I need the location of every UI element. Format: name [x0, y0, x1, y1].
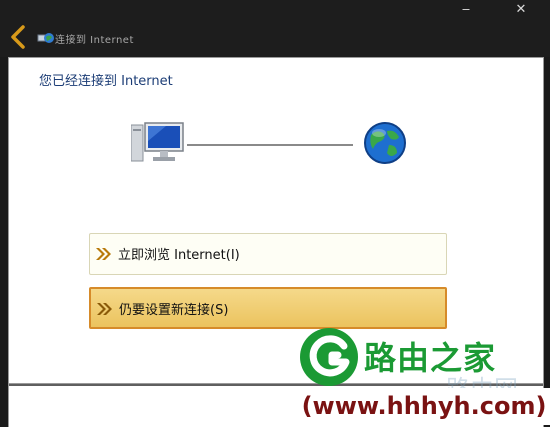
back-arrow-icon[interactable]	[8, 24, 30, 50]
setup-new-connection-option[interactable]: 仍要设置新连接(S)	[89, 287, 447, 329]
double-chevron-right-icon	[97, 303, 112, 315]
router-home-logo-icon	[300, 328, 358, 386]
minimize-button[interactable]: ‒	[457, 3, 475, 17]
window-title: 连接到 Internet	[55, 35, 134, 46]
globe-icon	[364, 122, 406, 164]
title-bar: ‒ ✕ 连接到 Internet	[0, 0, 550, 57]
computer-icon	[131, 122, 184, 162]
connection-line	[187, 144, 353, 146]
setup-new-connection-label: 仍要设置新连接(S)	[119, 303, 229, 318]
watermark: 路由网 路由之家 (www.hhhyh.com)	[298, 326, 550, 427]
double-chevron-right-icon	[96, 248, 111, 260]
watermark-brand: 路由之家	[364, 339, 497, 377]
browse-internet-label: 立即浏览 Internet(I)	[118, 248, 240, 263]
network-icon	[37, 33, 54, 43]
watermark-url: (www.hhhyh.com)	[298, 388, 550, 425]
page-heading: 您已经连接到 Internet	[39, 74, 173, 89]
browse-internet-option[interactable]: 立即浏览 Internet(I)	[89, 233, 447, 275]
close-button[interactable]: ✕	[512, 3, 530, 17]
